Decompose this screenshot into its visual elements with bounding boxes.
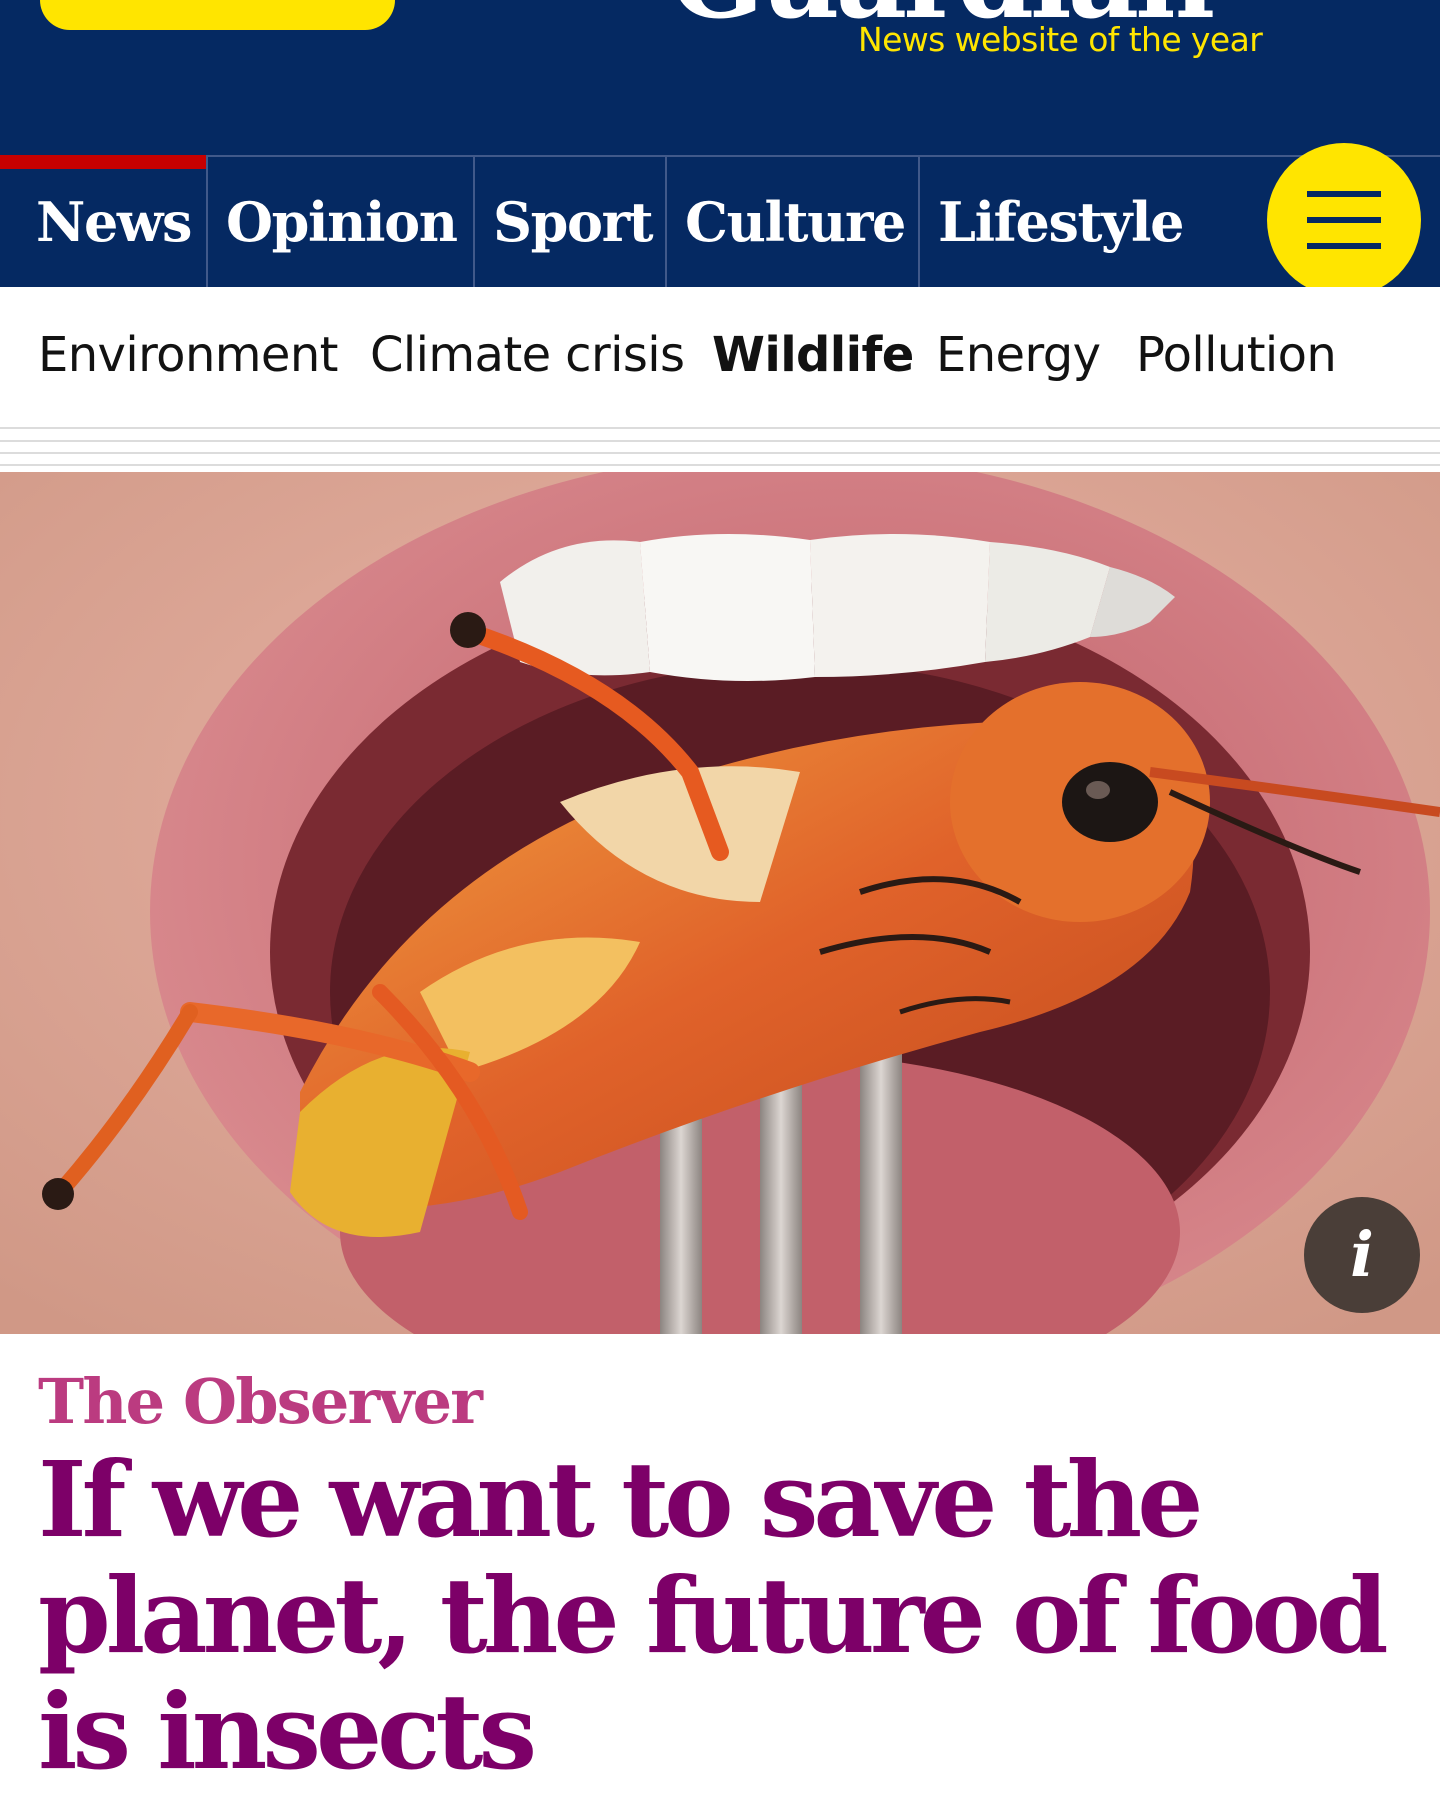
subnav-climate-crisis[interactable]: Climate crisis	[370, 327, 685, 383]
hero-image	[0, 472, 1440, 1334]
masthead: Guardian News website of the year	[0, 0, 1440, 155]
subnav: Environment Climate crisis Wildlife Ener…	[0, 287, 1440, 429]
support-button[interactable]	[40, 0, 395, 30]
menu-button[interactable]	[1267, 143, 1421, 297]
pillar-culture[interactable]: Culture	[667, 157, 920, 287]
subnav-wildlife[interactable]: Wildlife	[712, 327, 914, 383]
hamburger-icon-bar	[1307, 243, 1381, 249]
hamburger-icon-bar	[1307, 217, 1381, 223]
article-headline: If we want to save the planet, the futur…	[38, 1438, 1389, 1793]
pillar-nav: News Opinion Sport Culture Lifestyle	[0, 155, 1440, 289]
hamburger-icon	[1307, 191, 1381, 197]
subnav-pollution[interactable]: Pollution	[1136, 327, 1337, 383]
pillar-sport[interactable]: Sport	[475, 157, 667, 287]
divider	[0, 464, 1440, 466]
pillar-opinion[interactable]: Opinion	[208, 157, 475, 287]
pillar-news[interactable]: News	[0, 155, 208, 287]
divider	[0, 452, 1440, 454]
series-label[interactable]: The Observer	[38, 1365, 483, 1438]
divider	[0, 440, 1440, 442]
tagline: News website of the year	[858, 20, 1263, 59]
info-icon[interactable]: i	[1304, 1197, 1420, 1313]
subnav-energy[interactable]: Energy	[936, 327, 1101, 383]
grasshopper-mouth-illustration	[0, 472, 1440, 1334]
subnav-environment[interactable]: Environment	[38, 327, 339, 383]
